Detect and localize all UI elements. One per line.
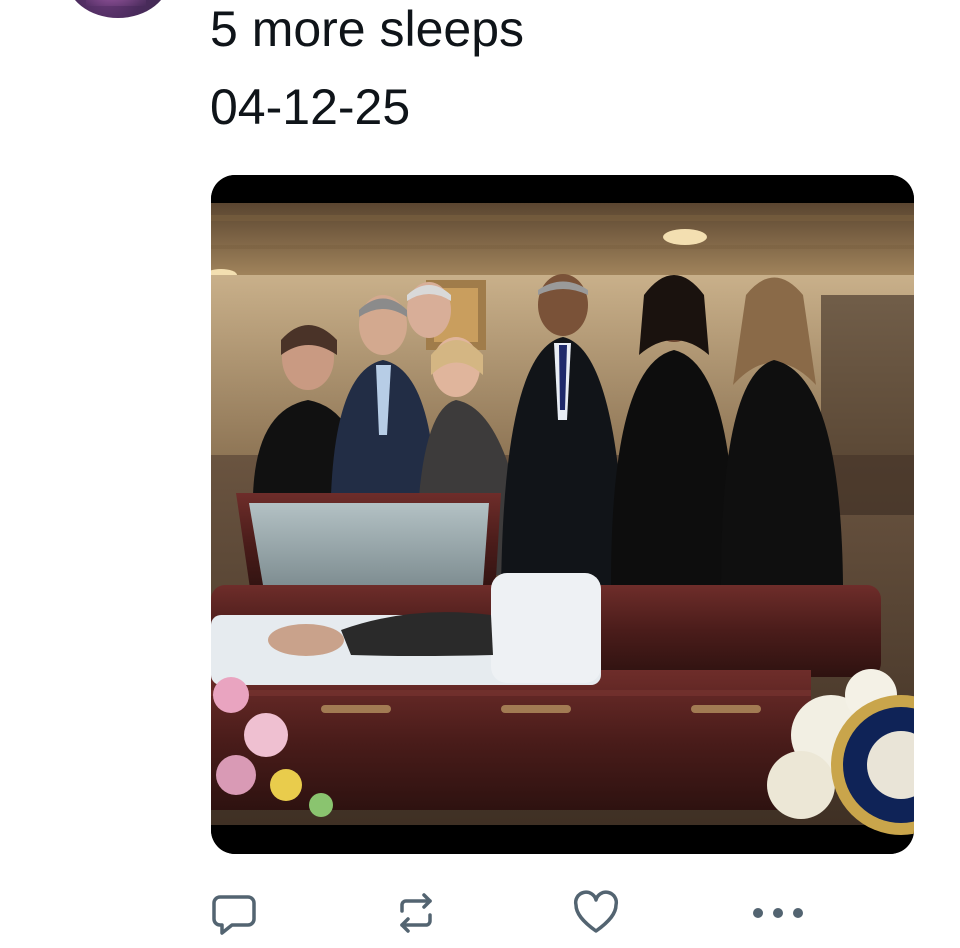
- reply-icon: [210, 889, 258, 937]
- like-button[interactable]: [568, 885, 624, 941]
- heart-icon: [572, 889, 620, 937]
- more-dots-icon: [750, 903, 806, 923]
- photo-illustration: [211, 175, 914, 854]
- retweet-button[interactable]: [388, 885, 444, 941]
- tweet-text: 5 more sleeps 04-12-25: [210, 0, 524, 146]
- retweet-icon: [392, 889, 440, 937]
- avatar[interactable]: [66, 0, 170, 18]
- reply-button[interactable]: [206, 885, 262, 941]
- tweet-photo[interactable]: [211, 175, 914, 854]
- more-button[interactable]: [750, 885, 806, 941]
- tweet-actions: [0, 885, 960, 941]
- tweet-text-line-2: 04-12-25: [210, 79, 411, 135]
- tweet-text-line-1: 5 more sleeps: [210, 1, 525, 57]
